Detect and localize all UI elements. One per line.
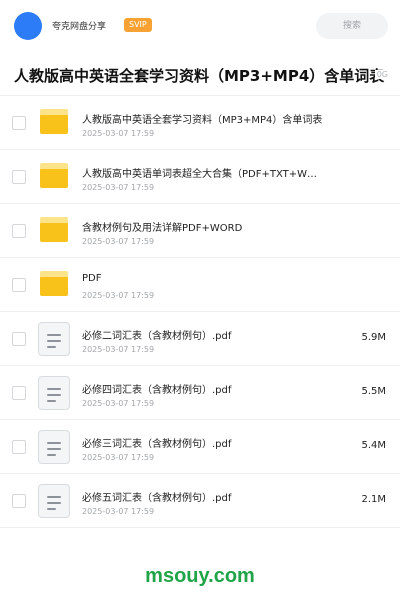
svip-badge[interactable]: SVIP <box>124 18 152 32</box>
file-name: 人教版高中英语单词表超全大合集（PDF+TXT+W… <box>82 169 318 180</box>
file-size: 2.1M <box>361 494 386 505</box>
file-name: PDF <box>82 273 102 284</box>
file-size: 5.5M <box>361 386 386 397</box>
file-date: 2025-03-07 17:59 <box>82 345 155 354</box>
file-row[interactable]: 必修三词汇表（含教材例句）.pdf 2025-03-07 17:59 5.4M <box>0 420 400 474</box>
row-checkbox[interactable] <box>12 224 26 238</box>
row-checkbox[interactable] <box>12 332 26 346</box>
search-input[interactable]: 搜索 <box>316 13 388 39</box>
file-date: 2025-03-07 17:59 <box>82 237 155 246</box>
row-checkbox[interactable] <box>12 278 26 292</box>
top-bar: 夸克网盘分享 SVIP 搜索 <box>0 0 400 52</box>
row-checkbox[interactable] <box>12 170 26 184</box>
document-icon <box>38 322 70 356</box>
file-date: 2025-03-07 17:59 <box>82 453 155 462</box>
file-row[interactable]: 人教版高中英语单词表超全大合集（PDF+TXT+W… 2025-03-07 17… <box>0 150 400 204</box>
file-date: 2025-03-07 17:59 <box>82 291 155 300</box>
file-date: 2025-03-07 17:59 <box>82 129 155 138</box>
avatar[interactable] <box>14 12 42 40</box>
file-name: 必修四词汇表（含教材例句）.pdf <box>82 385 232 396</box>
file-name: 必修二词汇表（含教材例句）.pdf <box>82 331 232 342</box>
document-icon <box>38 484 70 518</box>
document-icon <box>38 430 70 464</box>
file-name: 必修三词汇表（含教材例句）.pdf <box>82 439 232 450</box>
file-row[interactable]: 必修二词汇表（含教材例句）.pdf 2025-03-07 17:59 5.9M <box>0 312 400 366</box>
file-size: 5.9M <box>361 332 386 343</box>
row-checkbox[interactable] <box>12 494 26 508</box>
watermark: msouy.com <box>145 565 255 587</box>
brand-name: 夸克网盘分享 <box>52 22 107 32</box>
total-size: 0G <box>374 70 388 79</box>
document-icon <box>38 376 70 410</box>
folder-icon <box>40 217 68 242</box>
file-row[interactable]: 含教材例句及用法详解PDF+WORD 2025-03-07 17:59 <box>0 204 400 258</box>
file-row[interactable]: 必修五词汇表（含教材例句）.pdf 2025-03-07 17:59 2.1M <box>0 474 400 528</box>
file-size: 5.4M <box>361 440 386 451</box>
folder-icon <box>40 109 68 134</box>
row-checkbox[interactable] <box>12 116 26 130</box>
file-date: 2025-03-07 17:59 <box>82 183 155 192</box>
file-row[interactable]: PDF 2025-03-07 17:59 <box>0 258 400 312</box>
file-date: 2025-03-07 17:59 <box>82 399 155 408</box>
row-checkbox[interactable] <box>12 440 26 454</box>
folder-icon <box>40 163 68 188</box>
file-row[interactable]: 必修四词汇表（含教材例句）.pdf 2025-03-07 17:59 5.5M <box>0 366 400 420</box>
title-row: 人教版高中英语全套学习资料（MP3+MP4）含单词表 0G <box>0 58 400 94</box>
file-row[interactable]: 人教版高中英语全套学习资料（MP3+MP4）含单词表 2025-03-07 17… <box>0 96 400 150</box>
file-list: 人教版高中英语全套学习资料（MP3+MP4）含单词表 2025-03-07 17… <box>0 96 400 528</box>
page-title: 人教版高中英语全套学习资料（MP3+MP4）含单词表 <box>14 67 385 85</box>
row-checkbox[interactable] <box>12 386 26 400</box>
file-name: 人教版高中英语全套学习资料（MP3+MP4）含单词表 <box>82 115 323 126</box>
file-name: 必修五词汇表（含教材例句）.pdf <box>82 493 232 504</box>
file-name: 含教材例句及用法详解PDF+WORD <box>82 223 243 234</box>
file-date: 2025-03-07 17:59 <box>82 507 155 516</box>
folder-icon <box>40 271 68 296</box>
